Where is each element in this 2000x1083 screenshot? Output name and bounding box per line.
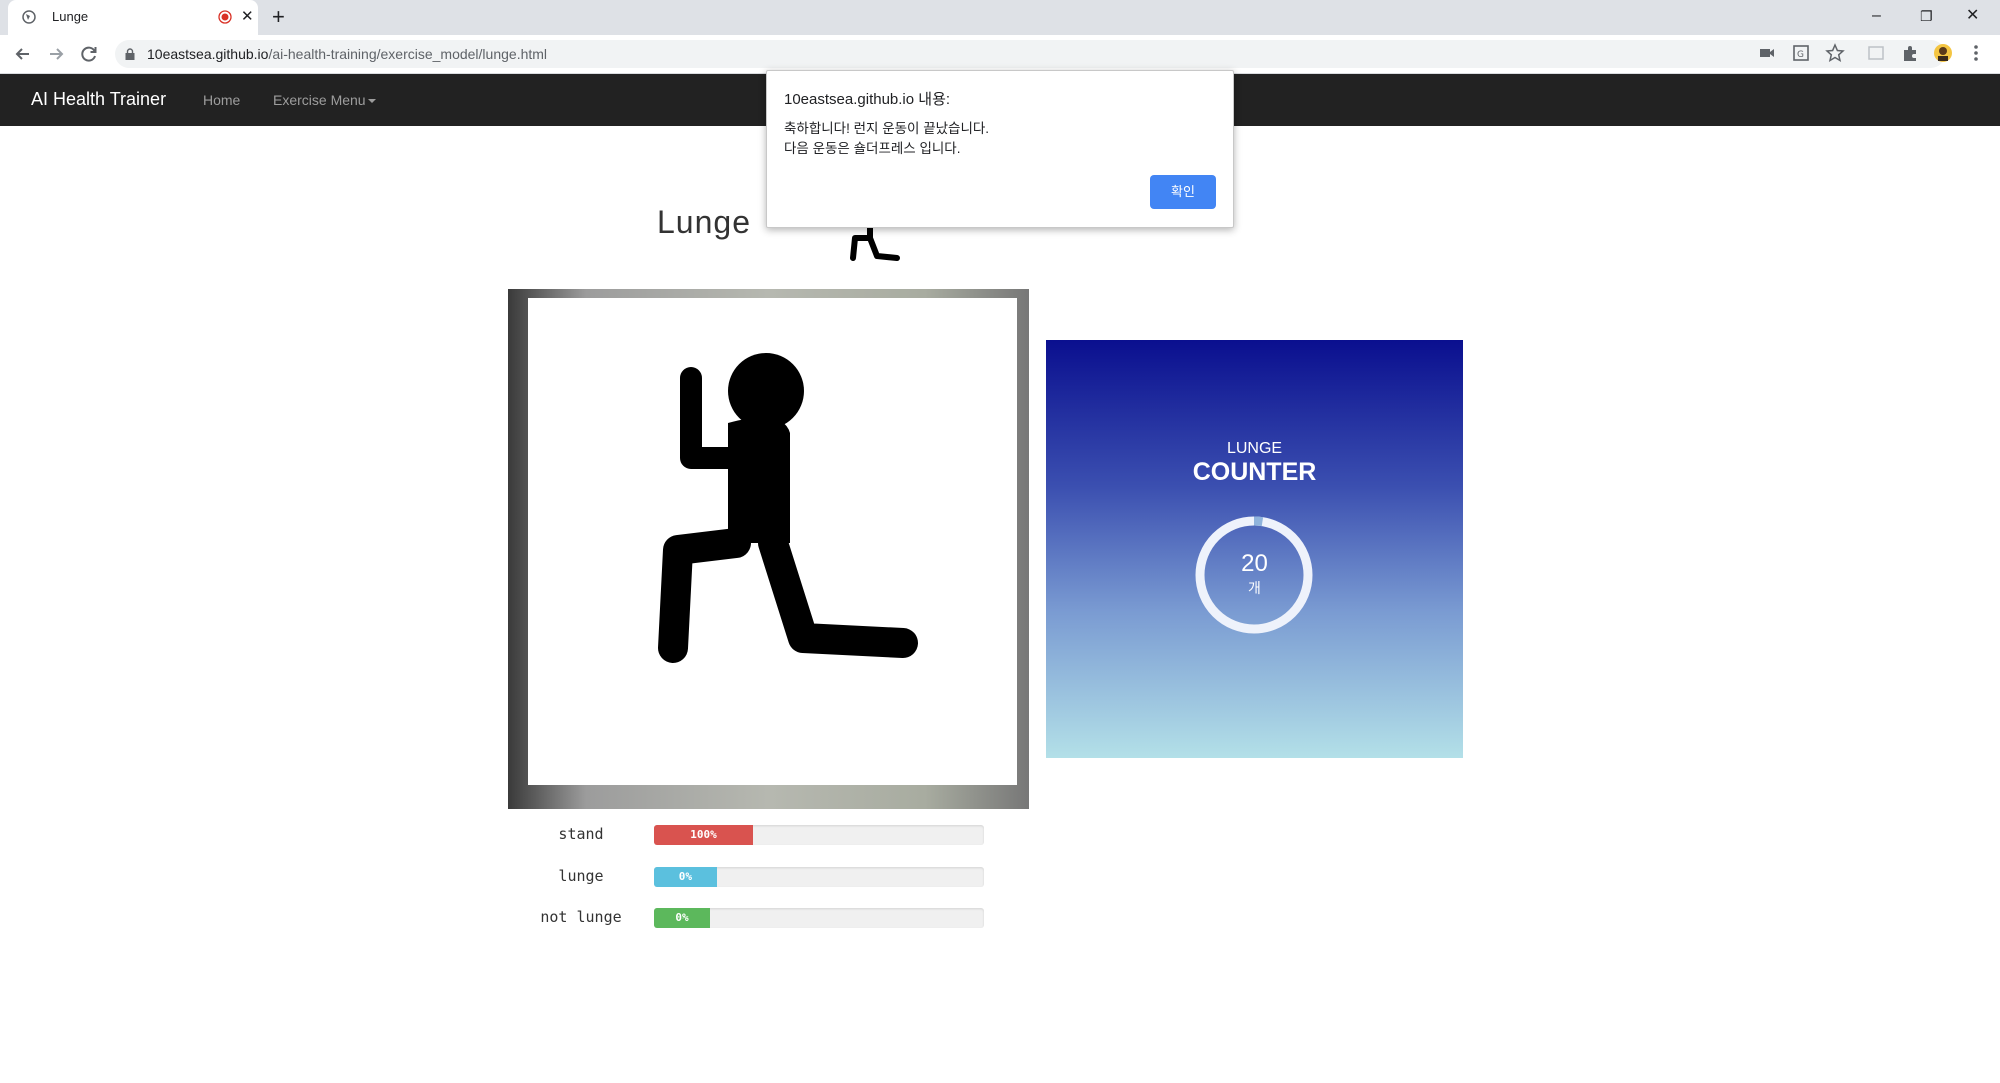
dialog-title: 10eastsea.github.io 내용: (784, 91, 951, 108)
minimize-icon[interactable]: – (1872, 6, 1881, 26)
webcam-canvas (508, 289, 1029, 809)
lock-icon (125, 48, 135, 60)
puzzle-icon[interactable] (1900, 43, 1920, 63)
svg-text:G: G (1797, 50, 1804, 60)
more-menu-icon[interactable] (1966, 43, 1986, 63)
extension-box-icon[interactable] (1866, 43, 1886, 63)
star-icon[interactable] (1825, 43, 1845, 63)
site-brand[interactable]: AI Health Trainer (31, 89, 166, 110)
new-tab-icon[interactable]: + (272, 5, 285, 29)
address-bar[interactable]: 10eastsea.github.io/ai-health-training/e… (115, 40, 1945, 68)
back-icon[interactable] (12, 43, 34, 65)
nav-home-link[interactable]: Home (203, 92, 240, 108)
prediction-row-stand: stand 100% (508, 823, 988, 847)
restore-icon[interactable]: ❐ (1920, 6, 1933, 26)
lunge-pose-figure (658, 353, 918, 663)
prediction-bar-fill: 0% (654, 867, 717, 887)
prediction-bar-fill: 0% (654, 908, 711, 928)
prediction-bar-fill: 100% (654, 825, 753, 845)
alert-dialog: 10eastsea.github.io 내용: 축하합니다! 런지 운동이 끝났… (766, 70, 1234, 228)
browser-toolbar: 10eastsea.github.io/ai-health-training/e… (0, 35, 2000, 74)
counter-unit: 개 (1248, 580, 1261, 596)
camera-icon[interactable] (1757, 43, 1777, 63)
window-close-icon[interactable]: ✕ (1966, 6, 1979, 26)
url-text: 10eastsea.github.io/ai-health-training/e… (147, 46, 548, 62)
recording-icon (218, 10, 232, 24)
pose-image (528, 298, 1017, 785)
browser-tabstrip: Lunge ✕ + – ❐ ✕ (0, 0, 2000, 35)
prediction-row-not-lunge: not lunge 0% (508, 906, 988, 930)
page-title: Lunge (657, 204, 751, 240)
counter-panel: LUNGE COUNTER 20 개 (1046, 340, 1463, 758)
caret-down-icon (367, 99, 376, 104)
prediction-bar-track: 0% (654, 867, 984, 887)
translate-icon[interactable]: G (1791, 43, 1811, 63)
dialog-ok-button[interactable]: 확인 (1150, 175, 1216, 209)
prediction-label: not lunge (540, 908, 622, 926)
prediction-row-lunge: lunge 0% (508, 865, 988, 889)
nav-exercise-menu[interactable]: Exercise Menu (273, 92, 376, 108)
prediction-label: stand (558, 825, 604, 843)
browser-tab[interactable]: Lunge ✕ (8, 0, 258, 35)
dialog-message-line: 축하합니다! 런지 운동이 끝났습니다. (784, 121, 990, 136)
counter-exercise-label: LUNGE (1226, 440, 1283, 457)
dialog-message: 축하합니다! 런지 운동이 끝났습니다. 다음 운동은 숄더프레스 입니다. (784, 119, 989, 159)
forward-icon[interactable] (45, 43, 67, 65)
tab-title: Lunge (52, 9, 89, 24)
reload-icon[interactable] (78, 43, 100, 65)
tab-close-icon[interactable]: ✕ (241, 8, 254, 26)
counter-title: COUNTER (1192, 458, 1317, 486)
dialog-message-line: 다음 운동은 숄더프레스 입니다. (784, 141, 961, 156)
counter-value: 20 (1241, 550, 1268, 577)
prediction-bar-track: 0% (654, 908, 984, 928)
prediction-bar-track: 100% (654, 825, 984, 845)
globe-icon (22, 10, 36, 24)
prediction-label: lunge (558, 867, 604, 885)
profile-avatar-icon[interactable] (1933, 43, 1953, 63)
